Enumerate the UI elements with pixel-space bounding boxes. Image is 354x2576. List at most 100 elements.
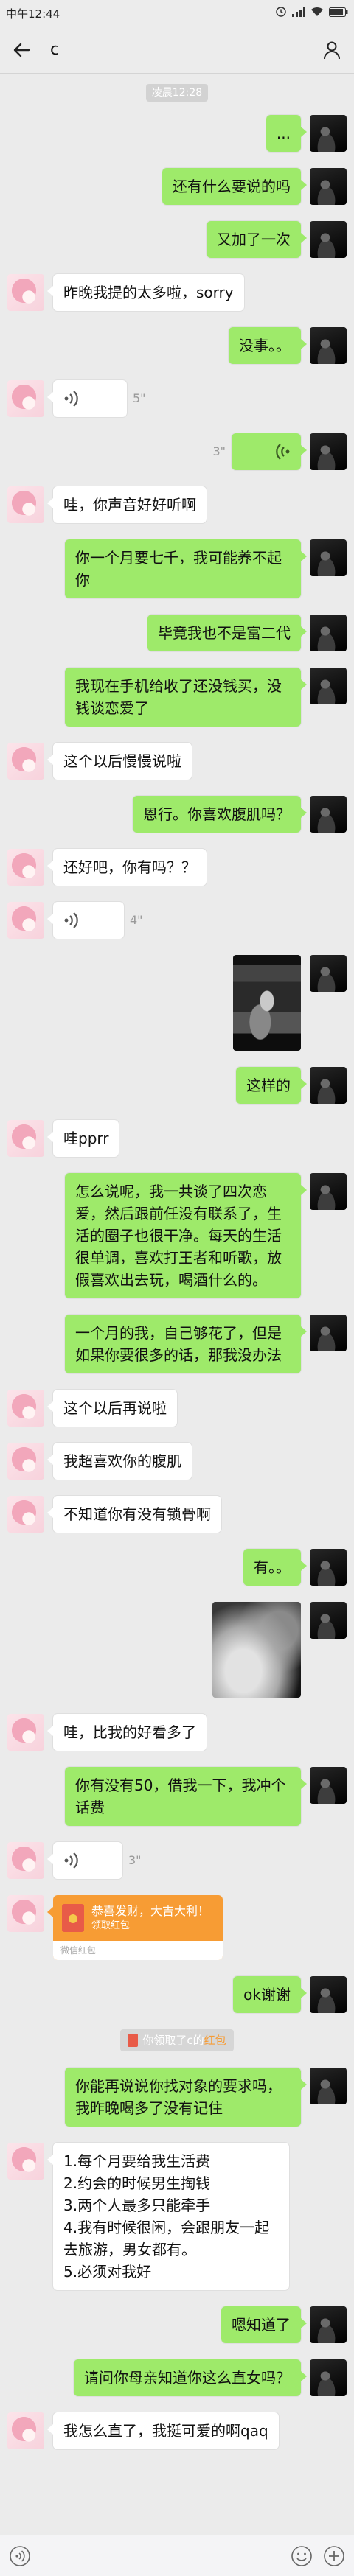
image-message[interactable] (233, 955, 301, 1051)
sent-message-bubble[interactable]: 没事。。 (229, 327, 307, 364)
my-avatar[interactable] (310, 2359, 347, 2396)
received-message-bubble[interactable]: 我超喜欢你的腹肌 (47, 1443, 192, 1480)
contact-avatar[interactable] (7, 1443, 44, 1480)
sent-message-bubble[interactable]: ... (266, 115, 308, 152)
message-input[interactable] (40, 2542, 282, 2569)
my-avatar[interactable] (310, 955, 347, 992)
plus-icon[interactable] (322, 2544, 347, 2569)
contact-avatar[interactable] (7, 2412, 44, 2449)
message-text: 还好吧，你有吗？？ (63, 858, 196, 876)
message-row: 哇，你声音好好听啊 (7, 486, 347, 523)
received-message-bubble[interactable]: 哇，比我的好看多了 (47, 1714, 206, 1751)
message-text: 我现在手机给收了还没钱买，没钱谈恋爱了 (75, 677, 282, 717)
received-message-bubble[interactable]: 还好吧，你有吗？？ (47, 849, 206, 886)
contact-avatar[interactable] (7, 849, 44, 886)
red-envelope-icon (62, 1904, 84, 1932)
my-avatar[interactable] (310, 1767, 347, 1804)
sent-message-bubble[interactable]: 我现在手机给收了还没钱买，没钱谈恋爱了 (65, 668, 307, 727)
sent-message-bubble[interactable]: ok谢谢 (233, 1976, 307, 2013)
contact-avatar[interactable] (7, 1496, 44, 1533)
contact-avatar[interactable] (7, 902, 44, 939)
my-avatar[interactable] (310, 615, 347, 651)
input-bar (0, 2535, 354, 2576)
voice-duration: 4" (130, 913, 143, 927)
contact-avatar[interactable] (7, 1390, 44, 1427)
sent-message-bubble[interactable]: 请问你母亲知道你这么直女吗？ (74, 2359, 307, 2396)
my-avatar[interactable] (310, 1976, 347, 2013)
my-avatar[interactable] (310, 1173, 347, 1210)
emoji-icon[interactable] (289, 2544, 314, 2569)
contact-avatar[interactable] (7, 274, 44, 311)
sent-message-bubble[interactable]: 你能再说说你找对象的要求吗，我昨晚喝多了没有记住 (65, 2068, 307, 2127)
back-arrow-icon[interactable] (10, 39, 32, 61)
message-text: ... (276, 125, 291, 142)
message-row: 有。。 (7, 1549, 347, 1586)
contact-avatar[interactable] (7, 1714, 44, 1751)
contact-avatar[interactable] (7, 2143, 44, 2180)
contact-avatar[interactable] (7, 380, 44, 417)
received-message-bubble[interactable]: 昨晚我提的太多啦，sorry (47, 274, 244, 311)
voice-wave-icon (63, 911, 80, 930)
my-avatar[interactable] (310, 668, 347, 704)
received-message-bubble[interactable]: 这个以后再说啦 (47, 1390, 177, 1427)
my-avatar[interactable] (310, 115, 347, 152)
message-text: 一个月的我，自己够花了，但是如果你要很多的话，那我没办法 (75, 1324, 282, 1364)
my-avatar[interactable] (310, 1315, 347, 1351)
voice-message-bubble[interactable] (47, 380, 127, 417)
my-avatar[interactable] (310, 168, 347, 205)
message-text: 恩行。你喜欢腹肌吗？ (143, 805, 291, 823)
sent-message-bubble[interactable]: 有。。 (243, 1549, 307, 1586)
my-avatar[interactable] (310, 1549, 347, 1586)
chat-area[interactable]: 凌晨12:28 ... 还有什么要说的吗 又加了一次 昨晚我提的太多啦，sorr… (0, 74, 354, 2535)
voice-message-bubble[interactable] (47, 1842, 122, 1879)
sent-message-bubble[interactable]: 嗯知道了 (221, 2306, 307, 2343)
my-avatar[interactable] (310, 539, 347, 576)
my-avatar[interactable] (310, 1067, 347, 1104)
received-message-bubble[interactable]: 哇，你声音好好听啊 (47, 486, 206, 523)
my-avatar[interactable] (310, 433, 347, 470)
received-message-bubble[interactable]: 我怎么直了，我挺可爱的啊qaq (47, 2412, 279, 2449)
voice-message-bubble[interactable] (47, 902, 124, 939)
red-packet-link[interactable]: 红包 (204, 2032, 226, 2048)
chat-title: c (50, 41, 60, 59)
status-icons (275, 6, 348, 21)
my-avatar[interactable] (310, 2306, 347, 2343)
my-avatar[interactable] (310, 221, 347, 258)
voice-wave-icon (63, 389, 80, 408)
sent-message-bubble[interactable]: 怎么说呢，我一共谈了四次恋爱，然后跟前任没有联系了，生活的圈子也很干净。每天的生… (65, 1173, 307, 1298)
sent-message-bubble[interactable]: 一个月的我，自己够花了，但是如果你要很多的话，那我没办法 (65, 1315, 307, 1373)
message-text: 有。。 (254, 1558, 291, 1576)
received-message-bubble[interactable]: 1.每个月要给我生活费 2.约会的时候男生掏钱 3.两个人最多只能牵手 4.我有… (47, 2143, 289, 2290)
sent-message-bubble[interactable]: 恩行。你喜欢腹肌吗？ (133, 796, 307, 833)
my-avatar[interactable] (310, 796, 347, 833)
sent-message-bubble[interactable]: 又加了一次 (206, 221, 307, 258)
sent-message-bubble[interactable]: 你一个月要七千，我可能养不起你 (65, 539, 307, 598)
my-avatar[interactable] (310, 1602, 347, 1639)
message-row: 不知道你有没有锁骨啊 (7, 1496, 347, 1533)
message-text: 你一个月要七千，我可能养不起你 (75, 549, 282, 589)
received-message-bubble[interactable]: 这个以后慢慢说啦 (47, 743, 192, 780)
my-avatar[interactable] (310, 2068, 347, 2104)
red-packet-body: 恭喜发财，大吉大利！ 领取红包 (53, 1895, 223, 1941)
my-avatar[interactable] (310, 327, 347, 364)
contact-avatar[interactable] (7, 1895, 44, 1932)
person-icon[interactable] (320, 38, 344, 62)
contact-avatar[interactable] (7, 486, 44, 523)
contact-avatar[interactable] (7, 743, 44, 780)
sent-message-bubble[interactable]: 你有没有50，借我一下，我冲个话费 (65, 1767, 307, 1826)
voice-mode-icon[interactable] (7, 2544, 32, 2569)
contact-avatar[interactable] (7, 1120, 44, 1157)
sent-message-bubble[interactable]: 毕竟我也不是富二代 (148, 615, 307, 651)
sent-message-bubble[interactable]: 这样的 (236, 1067, 307, 1104)
voice-message-bubble[interactable] (232, 433, 307, 470)
red-packet-card[interactable]: 恭喜发财，大吉大利！ 领取红包 微信红包 (47, 1895, 223, 1960)
received-message-bubble[interactable]: 不知道你有没有锁骨啊 (47, 1496, 221, 1533)
received-message-bubble[interactable]: 哇pprr (46, 1120, 119, 1157)
message-text: 又加了一次 (217, 231, 291, 248)
sent-message-bubble[interactable]: 还有什么要说的吗 (162, 168, 307, 205)
message-text: 昨晚我提的太多啦，sorry (63, 284, 234, 301)
message-row: 我现在手机给收了还没钱买，没钱谈恋爱了 (7, 668, 347, 727)
contact-avatar[interactable] (7, 1842, 44, 1879)
message-text: 这个以后再说啦 (63, 1399, 167, 1417)
image-message[interactable] (212, 1602, 301, 1698)
